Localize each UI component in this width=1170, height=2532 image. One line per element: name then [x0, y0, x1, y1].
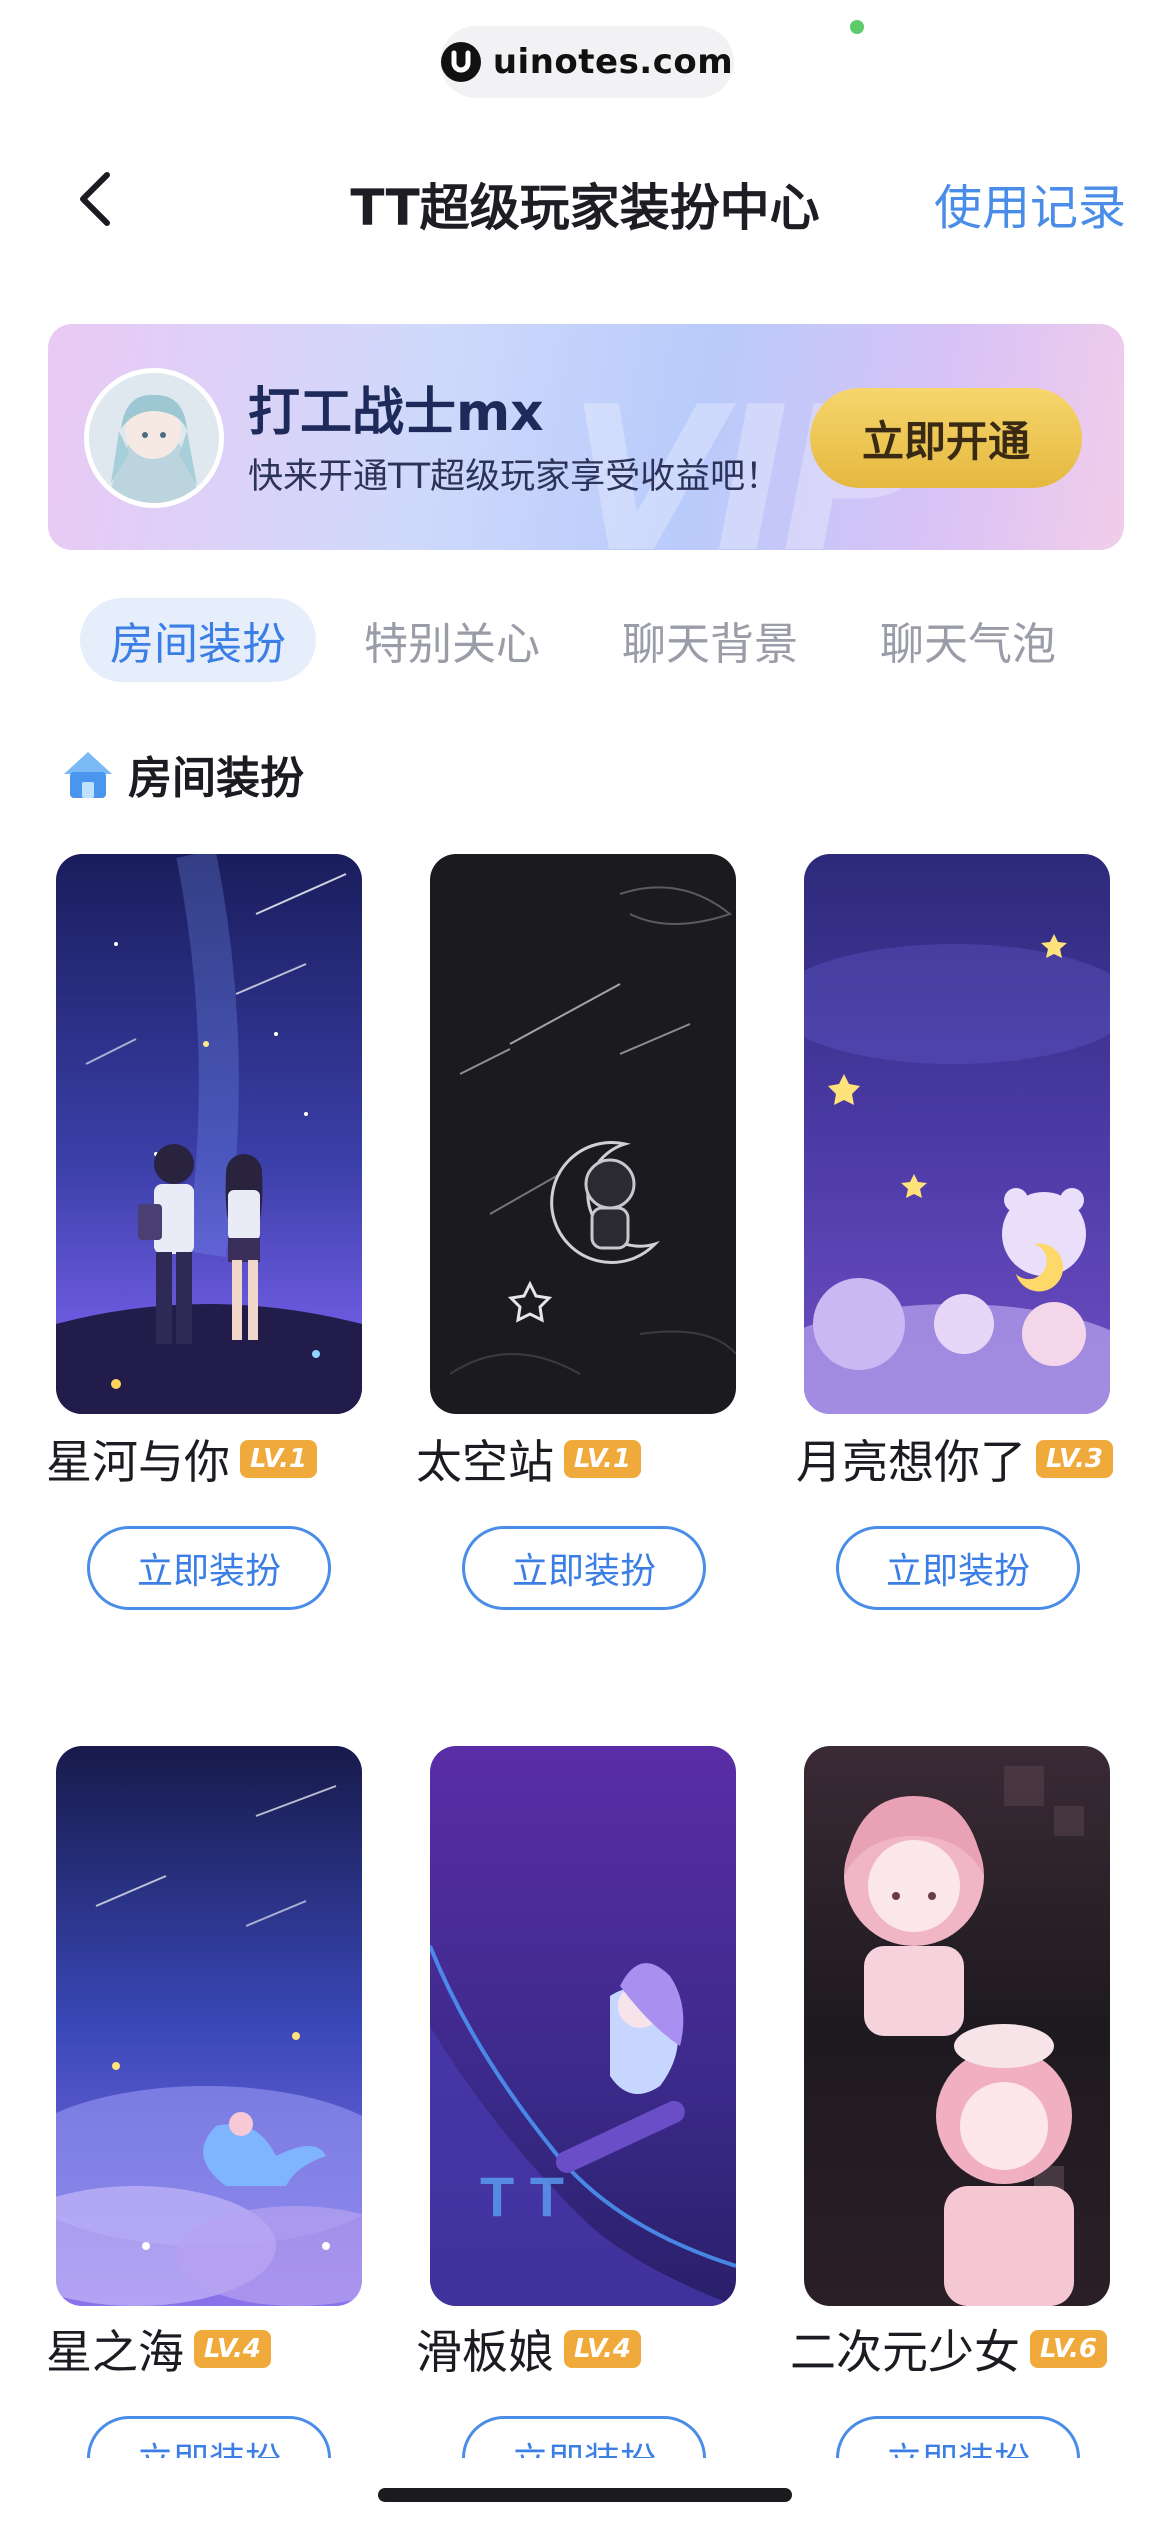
theme-preview-image[interactable]: [56, 854, 362, 1414]
section-header: 房间装扮: [60, 742, 304, 806]
card-title: 星河与你: [46, 1435, 230, 1489]
card-title-row: 二次元少女 LV.6: [790, 2316, 1108, 2382]
card-space-station[interactable]: [430, 854, 736, 1414]
card-title-row: 太空站 LV.1: [416, 1426, 642, 1492]
theme-preview-image[interactable]: [430, 854, 736, 1414]
apply-decoration-button[interactable]: 立即装扮: [87, 1526, 331, 1610]
card-title-row: 星之海 LV.4: [46, 2316, 272, 2382]
level-badge: LV.4: [194, 2330, 272, 2368]
card-title-row: 月亮想你了 LV.3: [796, 1426, 1114, 1492]
card-anime-girl[interactable]: [804, 1746, 1110, 2306]
section-title: 房间装扮: [128, 753, 304, 804]
open-vip-button[interactable]: 立即开通: [810, 388, 1082, 488]
tab-room-decoration[interactable]: 房间装扮: [80, 598, 316, 682]
usage-record-link[interactable]: 使用记录: [934, 168, 1126, 238]
card-moon-miss-you[interactable]: [804, 854, 1110, 1414]
level-badge: LV.4: [564, 2330, 642, 2368]
user-name: 打工战士mx: [248, 383, 544, 443]
theme-preview-image[interactable]: T T: [430, 1746, 736, 2306]
tab-chat-bubble[interactable]: 聊天气泡: [880, 598, 1056, 682]
nav-bar: TT超级玩家装扮中心 使用记录: [0, 150, 1170, 250]
theme-preview-image[interactable]: [804, 854, 1110, 1414]
svg-text:T T: T T: [480, 2165, 564, 2228]
theme-preview-image[interactable]: [804, 1746, 1110, 2306]
house-icon: [64, 752, 112, 798]
uinotes-logo-icon: [440, 42, 481, 82]
tab-chat-background[interactable]: 聊天背景: [622, 598, 798, 682]
theme-preview-image[interactable]: [56, 1746, 362, 2306]
apply-decoration-button[interactable]: 立即装扮: [462, 1526, 706, 1610]
url-pill: uinotes.com: [440, 26, 734, 98]
card-star-sea[interactable]: [56, 1746, 362, 2306]
card-title: 滑板娘: [416, 2325, 554, 2379]
level-badge: LV.3: [1036, 1440, 1114, 1478]
level-badge: LV.6: [1030, 2330, 1108, 2368]
card-title: 太空站: [416, 1435, 554, 1489]
card-title-row: 滑板娘 LV.4: [416, 2316, 642, 2382]
card-skateboard-girl[interactable]: T T: [430, 1746, 736, 2306]
category-tabs: 房间装扮 特别关心 聊天背景 聊天气泡: [80, 598, 1056, 682]
level-badge: LV.1: [564, 1440, 642, 1478]
privacy-indicator-dot: [850, 20, 864, 34]
vip-banner: VIP 打工战士mx 快来开通TT超级玩家享受收益吧！ 立即开通: [48, 324, 1124, 550]
card-xinghe[interactable]: [56, 854, 362, 1414]
apply-decoration-button[interactable]: 立即装扮: [836, 1526, 1080, 1610]
tab-special-care[interactable]: 特别关心: [364, 598, 540, 682]
url-text: uinotes.com: [492, 42, 734, 82]
level-badge: LV.1: [240, 1440, 318, 1478]
card-title: 月亮想你了: [796, 1435, 1026, 1489]
home-indicator[interactable]: [378, 2488, 792, 2502]
card-title: 二次元少女: [790, 2325, 1020, 2379]
card-title: 星之海: [46, 2325, 184, 2379]
vip-promo-text: 快来开通TT超级玩家享受收益吧！: [248, 457, 781, 497]
avatar[interactable]: [84, 368, 224, 508]
card-title-row: 星河与你 LV.1: [46, 1426, 318, 1492]
